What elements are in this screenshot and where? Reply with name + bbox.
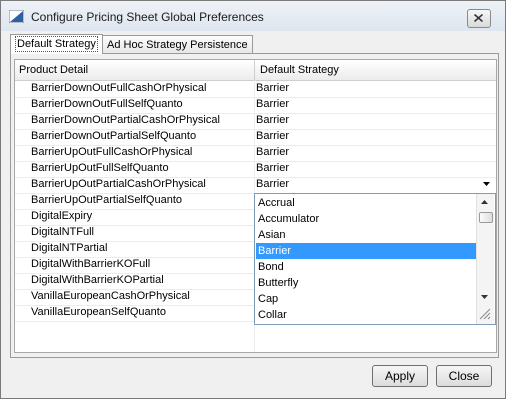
table-row[interactable]: BarrierDownOutPartialSelfQuanto Barrier [15,129,496,146]
product-cell: BarrierDownOutPartialCashOrPhysical [31,114,220,126]
product-cell: VanillaEuropeanSelfQuanto [31,306,166,318]
product-cell: BarrierUpOutPartialCashOrPhysical [31,178,206,190]
dropdown-option[interactable]: Cap [256,291,477,307]
table-row[interactable]: BarrierDownOutFullSelfQuanto Barrier [15,97,496,114]
product-cell: BarrierDownOutFullCashOrPhysical [31,82,207,94]
dropdown-option[interactable]: Accrual [256,195,477,211]
title-bar[interactable]: Configure Pricing Sheet Global Preferenc… [1,1,505,31]
strategy-cell[interactable]: Barrier [256,114,289,126]
strategy-cell[interactable]: Barrier [256,82,289,94]
close-icon [474,14,483,22]
dropdown-scrollbar[interactable] [476,194,494,324]
dropdown-option[interactable]: Asian [256,227,477,243]
column-header-product-detail[interactable]: Product Detail [19,64,88,76]
dropdown-option[interactable]: Collar [256,307,477,323]
scroll-down-arrow-icon[interactable] [481,295,488,299]
window-close-button[interactable] [467,9,491,28]
dropdown-option[interactable]: Butterfly [256,275,477,291]
dialog-window: Configure Pricing Sheet Global Preferenc… [0,0,506,399]
table-row[interactable]: BarrierDownOutFullCashOrPhysical Barrier [15,81,496,98]
table-row-editing[interactable]: BarrierUpOutPartialCashOrPhysical Barrier [15,177,496,194]
table-row[interactable]: BarrierUpOutFullSelfQuanto Barrier [15,161,496,178]
resize-grip-icon[interactable] [479,308,491,320]
table-header: Product Detail Default Strategy [15,60,496,81]
strategy-combo-value[interactable]: Barrier [256,178,289,190]
tab-label: Default Strategy [15,36,98,52]
close-button[interactable]: Close [436,365,492,387]
product-cell: DigitalWithBarrierKOFull [31,258,151,270]
product-cell: VanillaEuropeanCashOrPhysical [31,290,190,302]
product-cell: BarrierDownOutFullSelfQuanto [31,98,183,110]
dropdown-option[interactable]: Bond [256,259,477,275]
strategy-cell[interactable]: Barrier [256,162,289,174]
window-title: Configure Pricing Sheet Global Preferenc… [31,10,264,24]
product-cell: DigitalNTFull [31,226,94,238]
product-cell: BarrierUpOutFullSelfQuanto [31,162,169,174]
tab-label: Ad Hoc Strategy Persistence [107,39,248,51]
column-header-default-strategy[interactable]: Default Strategy [260,64,339,76]
table-row[interactable]: BarrierDownOutPartialCashOrPhysical Barri… [15,113,496,130]
product-cell: DigitalWithBarrierKOPartial [31,274,164,286]
product-cell: BarrierUpOutPartialSelfQuanto [31,194,183,206]
app-icon [9,10,24,23]
scrollbar-thumb[interactable] [479,212,493,223]
product-cell: BarrierDownOutPartialSelfQuanto [31,130,197,142]
combo-dropdown-arrow-icon[interactable] [483,182,490,186]
tab-default-strategy[interactable]: Default Strategy [10,34,103,54]
strategy-cell[interactable]: Barrier [256,146,289,158]
dropdown-option-selected[interactable]: Barrier [256,243,477,259]
table-row[interactable]: BarrierUpOutFullCashOrPhysical Barrier [15,145,496,162]
strategy-dropdown-list[interactable]: Accrual Accumulator Asian Barrier Bond B… [254,193,496,325]
product-cell: BarrierUpOutFullCashOrPhysical [31,146,193,158]
dropdown-option[interactable]: Accumulator [256,211,477,227]
apply-button[interactable]: Apply [372,365,428,387]
column-divider[interactable] [254,60,255,80]
scroll-up-arrow-icon[interactable] [481,200,488,204]
tab-ad-hoc-strategy-persistence[interactable]: Ad Hoc Strategy Persistence [102,35,253,54]
product-cell: DigitalExpiry [31,210,93,222]
strategy-cell[interactable]: Barrier [256,98,289,110]
product-cell: DigitalNTPartial [31,242,108,254]
strategy-cell[interactable]: Barrier [256,130,289,142]
